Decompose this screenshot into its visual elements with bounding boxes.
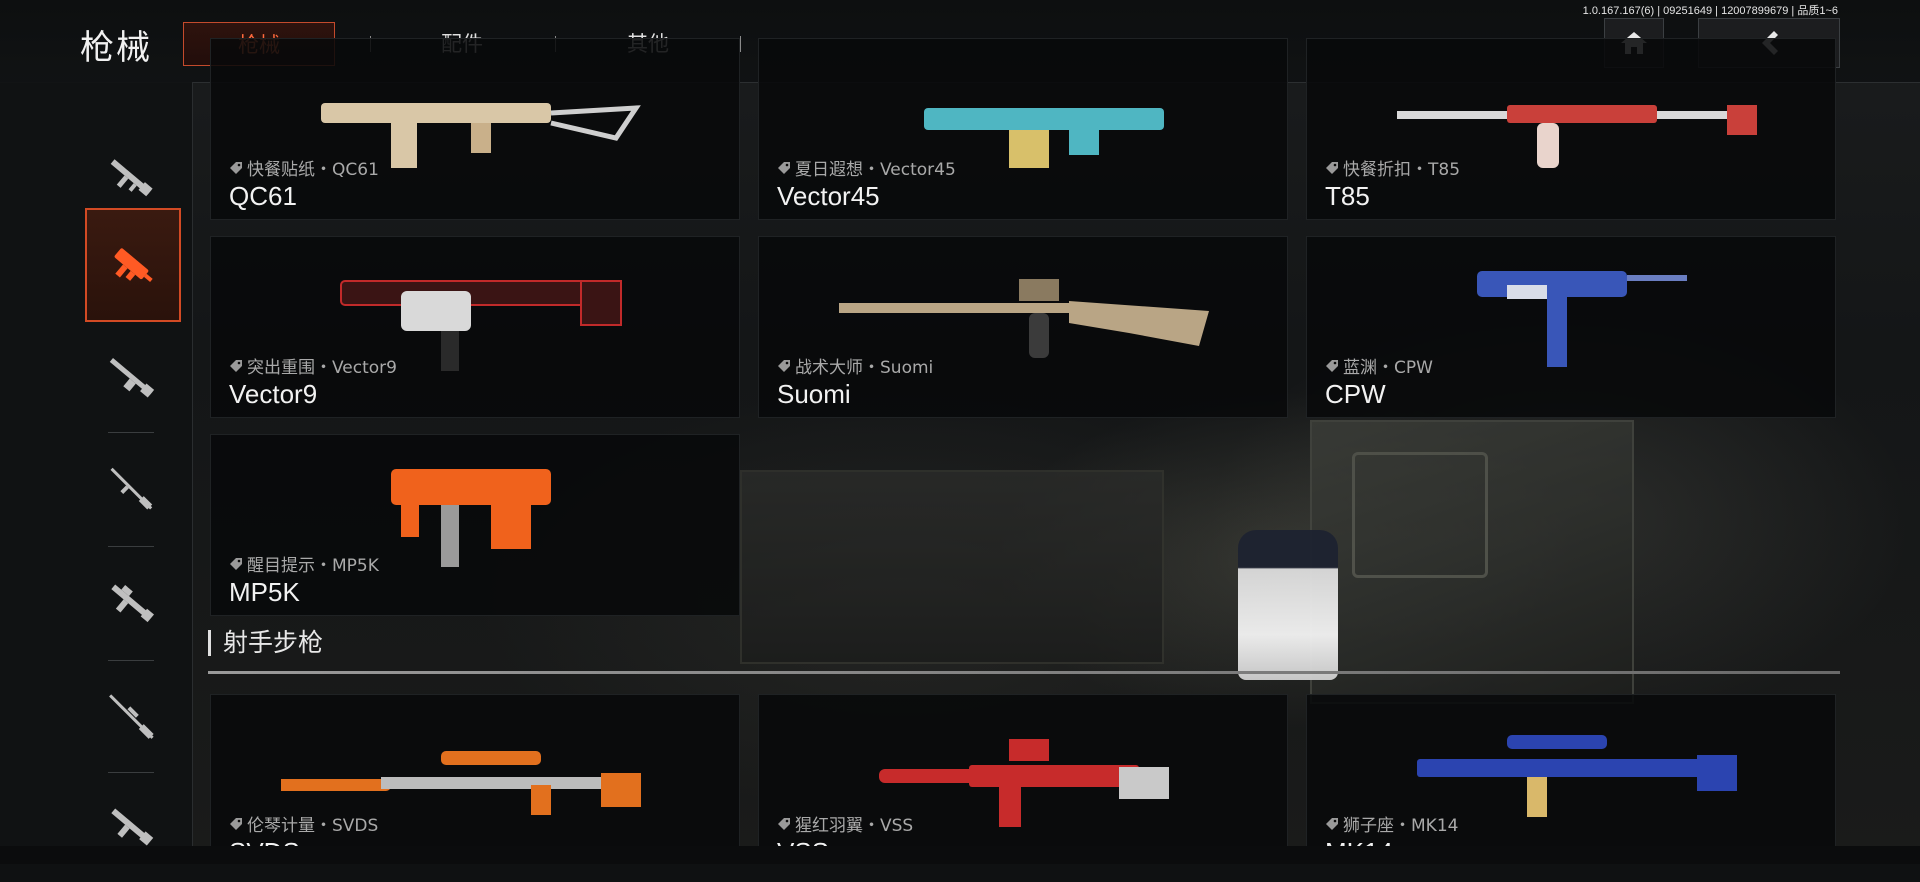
smg-icon (114, 248, 153, 282)
tag-icon (230, 359, 242, 372)
weapon-card-qc61[interactable]: 快餐贴纸・QC61 QC61 (210, 38, 740, 220)
weapon-skin-name: 快餐贴纸・QC61 (229, 155, 379, 180)
weapon-card-svds[interactable]: 伦琴计量・SVDS SVDS (210, 694, 740, 848)
weapon-skin-name: 夏日遐想・Vector45 (777, 155, 956, 180)
section-title-marksman: 射手步枪 (208, 630, 323, 656)
weapon-skin-image (1477, 271, 1687, 367)
weapon-skin-name: 蓝渊・CPW (1325, 353, 1433, 378)
lmg-icon (111, 584, 155, 623)
tag-icon (778, 817, 790, 830)
background-crate-right (1310, 420, 1634, 704)
category-shotgun[interactable] (85, 322, 177, 432)
shotgun-icon (109, 357, 155, 398)
weapon-skin-name: 突出重围・Vector9 (229, 353, 397, 378)
weapon-name: MP5K (229, 577, 300, 607)
weapon-name: Suomi (777, 379, 851, 409)
weapon-card-t85[interactable]: 快餐折扣・T85 T85 (1306, 38, 1836, 220)
bottom-strip (0, 846, 1920, 864)
weapon-card-mp5k[interactable]: 醒目提示・MP5K MP5K (210, 434, 740, 616)
marksman-rifle-icon (110, 467, 153, 510)
category-sniper-rifle[interactable] (85, 662, 177, 772)
weapon-skin-name: 快餐折扣・T85 (1325, 155, 1460, 180)
weapon-card-vector45[interactable]: 夏日遐想・Vector45 Vector45 (758, 38, 1288, 220)
weapon-card-vector9[interactable]: 突出重围・Vector9 Vector9 (210, 236, 740, 418)
tag-icon (1326, 161, 1338, 174)
tag-icon (1326, 817, 1338, 830)
tag-icon (778, 161, 790, 174)
weapon-skin-name: 伦琴计量・SVDS (229, 811, 378, 836)
version-info: 1.0.167.167(6) | 09251649 | 12007899679 … (1582, 5, 1838, 17)
sidebar-divider (108, 660, 154, 661)
weapon-card-mk14[interactable]: 狮子座・MK14 MK14 (1306, 694, 1836, 848)
weapon-card-cpw[interactable]: 蓝渊・CPW CPW (1306, 236, 1836, 418)
category-lmg[interactable] (85, 548, 177, 658)
weapon-name: T85 (1325, 181, 1370, 211)
tab-divider (740, 36, 741, 52)
weapon-name: Vector45 (777, 181, 880, 211)
sidebar-divider (108, 546, 154, 547)
weapon-name: Vector9 (229, 379, 318, 409)
weapon-category-sidebar (0, 82, 193, 846)
page-title: 枪械 (80, 29, 152, 67)
background-lantern (1238, 530, 1338, 680)
weapon-skin-name: 战术大师・Suomi (777, 353, 933, 378)
sidebar-divider (108, 432, 154, 433)
tag-icon (1326, 359, 1338, 372)
category-pistol[interactable] (85, 772, 177, 882)
tag-icon (230, 557, 242, 570)
assault-rifle-icon (110, 159, 153, 197)
category-smg[interactable] (85, 208, 181, 322)
category-marksman-rifle[interactable] (85, 434, 177, 544)
weapon-name: QC61 (229, 181, 297, 211)
section-divider (208, 671, 1840, 674)
tag-icon (778, 359, 790, 372)
weapon-skin-name: 猩红羽翼・VSS (777, 811, 913, 836)
tag-icon (230, 817, 242, 830)
weapon-card-vss[interactable]: 猩红羽翼・VSS VSS (758, 694, 1288, 848)
weapon-card-suomi[interactable]: 战术大师・Suomi Suomi (758, 236, 1288, 418)
weapon-skin-name: 醒目提示・MP5K (229, 551, 379, 576)
tag-icon (230, 161, 242, 174)
weapon-skin-name: 狮子座・MK14 (1325, 811, 1458, 836)
weapon-name: CPW (1325, 379, 1386, 409)
sniper-rifle-icon (109, 694, 154, 739)
background-crate-left (740, 470, 1164, 664)
